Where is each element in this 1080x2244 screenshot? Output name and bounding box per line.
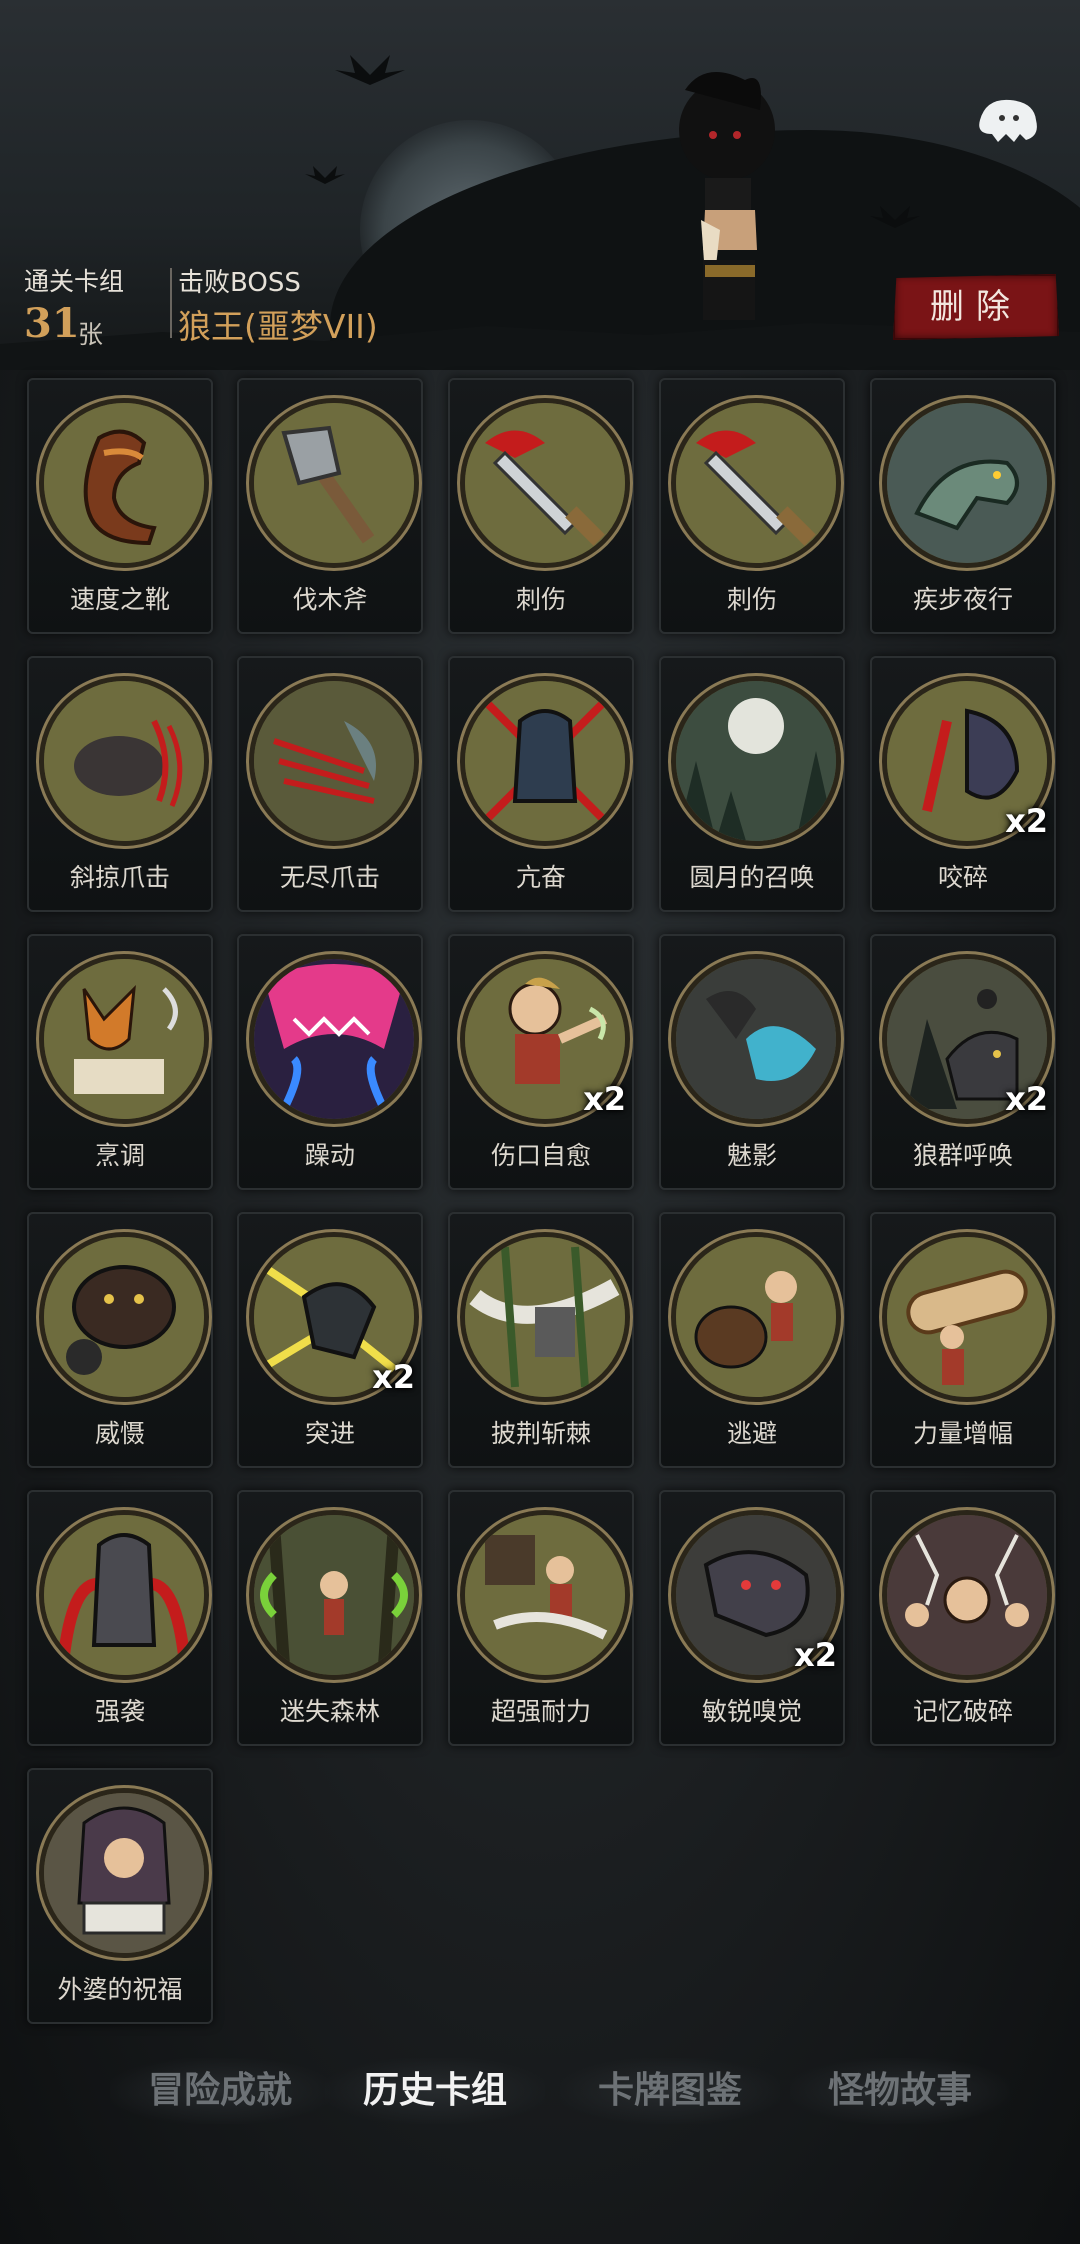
tab-achievements[interactable]: 冒险成就 xyxy=(110,2058,330,2124)
card-item[interactable]: 伐木斧 xyxy=(237,378,423,634)
card-item[interactable]: 突进 x2 xyxy=(237,1212,423,1468)
card-item[interactable]: 记忆破碎 xyxy=(870,1490,1056,1746)
grandma-book-icon xyxy=(39,1788,209,1958)
card-name: 迷失森林 xyxy=(279,1697,380,1726)
card-item[interactable]: 外婆的祝福 xyxy=(27,1768,213,2024)
boy-flee-icon xyxy=(671,1232,841,1402)
full-moon-icon xyxy=(671,676,841,846)
wolf-running-icon xyxy=(882,398,1052,568)
card-item[interactable]: 无尽爪击 xyxy=(237,656,423,912)
card-name: 伐木斧 xyxy=(292,585,368,614)
card-name: 亢奋 xyxy=(515,863,566,892)
card-item[interactable]: 威慑 xyxy=(27,1212,213,1468)
card-name: 逃避 xyxy=(726,1419,777,1448)
card-name: 外婆的祝福 xyxy=(57,1975,183,2004)
card-item[interactable]: 力量增幅 xyxy=(870,1212,1056,1468)
card-count-badge: x2 xyxy=(583,1080,626,1118)
card-item[interactable]: 躁动 xyxy=(237,934,423,1190)
card-name: 披荆斩棘 xyxy=(490,1419,591,1448)
card-item[interactable]: 斜掠爪击 xyxy=(27,656,213,912)
card-item[interactable]: 魅影 xyxy=(659,934,845,1190)
card-item[interactable]: 亢奋 xyxy=(448,656,634,912)
card-item[interactable]: 伤口自愈 x2 xyxy=(448,934,634,1190)
memory-shatter-icon xyxy=(882,1510,1052,1680)
card-name: 疾步夜行 xyxy=(912,585,1013,614)
fox-cook-icon xyxy=(39,954,209,1124)
card-name: 狼群呼唤 xyxy=(912,1141,1013,1170)
card-item[interactable]: 迷失森林 xyxy=(237,1490,423,1746)
card-item[interactable]: 披荆斩棘 xyxy=(448,1212,634,1468)
card-item[interactable]: 超强耐力 xyxy=(448,1490,634,1746)
card-name: 烹调 xyxy=(94,1141,145,1170)
tab-card-catalog[interactable]: 卡牌图鉴 xyxy=(560,2058,780,2124)
wolf-claw-icon xyxy=(39,676,209,846)
card-grid: 速度之靴 伐木斧 刺伤 刺伤 疾步夜行斜掠爪击 无尽爪击 亢奋 圆月的召唤 咬碎 x2 烹调 躁动 伤口… xyxy=(0,0,1080,2040)
card-name: 速度之靴 xyxy=(69,585,170,614)
thorn-slash-icon xyxy=(460,1232,630,1402)
phantom-wolf-icon xyxy=(671,954,841,1124)
werewolf-assault-icon xyxy=(39,1510,209,1680)
bottom-tab-bar: 冒险成就 历史卡组 卡牌图鉴 怪物故事 xyxy=(0,2050,1080,2130)
card-name: 威慑 xyxy=(94,1419,145,1448)
card-name: 强袭 xyxy=(94,1697,145,1726)
card-count-badge: x2 xyxy=(372,1358,415,1396)
frenzy-icon xyxy=(249,954,419,1124)
card-item[interactable]: 逃避 xyxy=(659,1212,845,1468)
axe-icon xyxy=(249,398,419,568)
card-name: 刺伤 xyxy=(515,585,566,614)
card-name: 刺伤 xyxy=(726,585,777,614)
card-item[interactable]: 咬碎 x2 xyxy=(870,656,1056,912)
bear-roar-icon xyxy=(39,1232,209,1402)
card-name: 记忆破碎 xyxy=(912,1697,1013,1726)
card-count-badge: x2 xyxy=(794,1636,837,1674)
card-name: 咬碎 xyxy=(937,863,988,892)
log-lift-icon xyxy=(882,1232,1052,1402)
card-name: 伤口自愈 xyxy=(490,1141,591,1170)
bloody-knife-icon xyxy=(671,398,841,568)
boot-icon xyxy=(39,398,209,568)
card-name: 圆月的召唤 xyxy=(689,863,815,892)
card-name: 力量增幅 xyxy=(912,1419,1013,1448)
card-item[interactable]: 刺伤 xyxy=(448,378,634,634)
card-item[interactable]: 烹调 xyxy=(27,934,213,1190)
tab-history-deck[interactable]: 历史卡组 xyxy=(325,2058,545,2124)
card-item[interactable]: 狼群呼唤 x2 xyxy=(870,934,1056,1190)
card-count-badge: x2 xyxy=(1005,1080,1048,1118)
card-name: 敏锐嗅觉 xyxy=(701,1697,802,1726)
card-name: 无尽爪击 xyxy=(279,863,380,892)
werewolf-rage-icon xyxy=(460,676,630,846)
card-name: 斜掠爪击 xyxy=(69,863,170,892)
card-item[interactable]: 敏锐嗅觉 x2 xyxy=(659,1490,845,1746)
card-item[interactable]: 速度之靴 xyxy=(27,378,213,634)
claw-slash-icon xyxy=(249,676,419,846)
card-name: 突进 xyxy=(304,1419,355,1448)
card-item[interactable]: 刺伤 xyxy=(659,378,845,634)
boy-swing-icon xyxy=(460,1510,630,1680)
lost-forest-icon xyxy=(249,1510,419,1680)
card-name: 魅影 xyxy=(726,1141,777,1170)
card-name: 超强耐力 xyxy=(490,1697,591,1726)
card-item[interactable]: 强袭 xyxy=(27,1490,213,1746)
bloody-knife-icon xyxy=(460,398,630,568)
card-count-badge: x2 xyxy=(1005,802,1048,840)
card-name: 躁动 xyxy=(304,1141,355,1170)
card-item[interactable]: 圆月的召唤 xyxy=(659,656,845,912)
card-item[interactable]: 疾步夜行 xyxy=(870,378,1056,634)
tab-monster-stories[interactable]: 怪物故事 xyxy=(790,2058,1010,2124)
